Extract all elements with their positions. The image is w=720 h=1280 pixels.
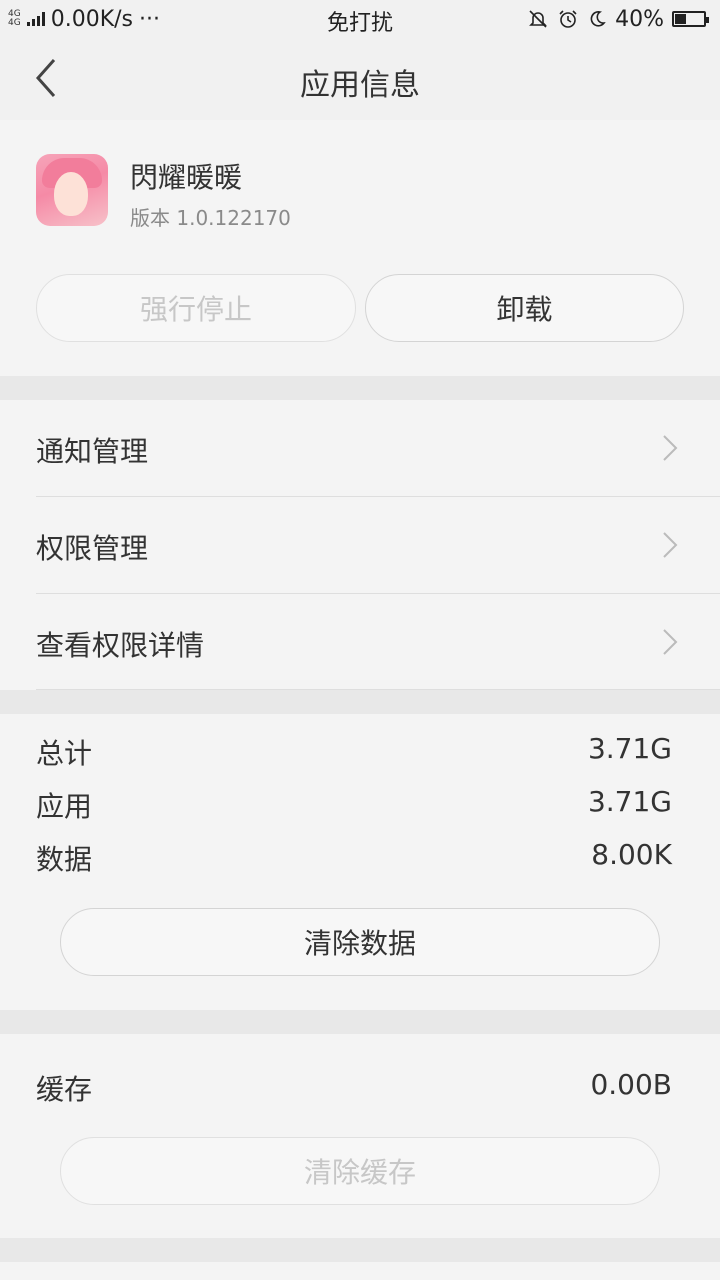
force-stop-button[interactable]: 强行停止 [36,274,356,342]
storage-key: 总计 [36,737,93,770]
menu-item-permission-details[interactable]: 查看权限详情 [0,594,720,690]
storage-value: 8.00K [591,838,672,871]
storage-key: 应用 [36,790,93,823]
storage-value: 3.71G [587,732,672,765]
clear-cache-button[interactable]: 清除缓存 [60,1137,660,1205]
menu-item-label: 查看权限详情 [36,629,205,662]
chevron-right-icon [663,435,678,461]
app-name: 閃耀暖暖 [130,161,243,194]
app-version: 版本 1.0.122170 [130,206,291,230]
menu-item-permission-management[interactable]: 权限管理 [0,497,720,593]
status-bar: 4G 4G 0.00K/s ··· 免打扰 40% [0,0,720,38]
storage-row-app: 应用 3.71G [36,785,672,825]
storage-section: 总计 3.71G 应用 3.71G 数据 8.00K 清除数据 [0,714,720,1010]
storage-value: 3.71G [587,785,672,818]
storage-row-total: 总计 3.71G [36,732,672,772]
cache-key: 缓存 [36,1073,93,1106]
storage-key: 数据 [36,843,93,876]
battery-icon [672,11,709,27]
battery-fill [675,14,687,24]
status-right: 40% [527,0,709,38]
chevron-right-icon [663,629,678,655]
menu-item-label: 权限管理 [36,532,149,565]
title-bar: 应用信息 [0,38,720,121]
cache-section: 缓存 0.00B 清除缓存 [0,1034,720,1238]
settings-menu: 通知管理 权限管理 查看权限详情 [0,400,720,690]
cache-row: 缓存 0.00B [36,1068,672,1108]
cache-value: 0.00B [590,1068,672,1101]
uninstall-button[interactable]: 卸载 [365,274,684,342]
app-icon [36,154,108,226]
storage-row-data: 数据 8.00K [36,838,672,878]
app-info-section: 閃耀暖暖 版本 1.0.122170 强行停止 卸载 [0,120,720,376]
clear-data-button[interactable]: 清除数据 [60,908,660,976]
chevron-right-icon [663,532,678,558]
page-title: 应用信息 [300,68,420,103]
bottom-section [0,1262,720,1280]
moon-icon [590,11,606,27]
menu-item-notification-management[interactable]: 通知管理 [0,400,720,496]
alarm-icon [559,10,577,28]
battery-percent: 40% [615,6,664,32]
menu-item-label: 通知管理 [36,435,149,468]
divider [36,689,720,690]
mute-bell-icon [529,10,548,28]
